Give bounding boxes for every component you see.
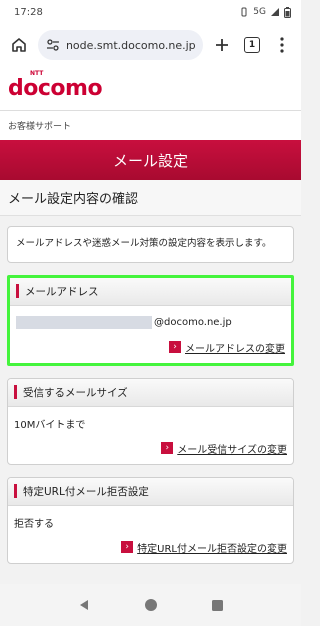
accent-bar (14, 484, 17, 499)
card-body: @docomo.ne.jp › メールアドレスの変更 (10, 306, 291, 363)
section-title-text: メール設定内容の確認 (8, 192, 139, 207)
mail-size-text: 10Mバイトまで (14, 420, 86, 432)
card-header: 特定URL付メール拒否設定 (8, 477, 293, 506)
card-email-address: メールアドレス @docomo.ne.jp › メールアドレスの変更 (7, 274, 294, 366)
accent-bar (16, 284, 19, 299)
vibrate-icon (241, 7, 247, 17)
change-email-label[interactable]: メールアドレスの変更 (185, 340, 285, 355)
address-bar[interactable]: node.smt.docomo.ne.jp (38, 30, 203, 60)
card-body: 10Mバイトまで › メール受信サイズの変更 (8, 407, 293, 464)
network-label: 5G (253, 7, 266, 17)
chevron-right-icon: › (161, 442, 174, 455)
tabs-icon[interactable]: 1 (241, 34, 263, 56)
support-link[interactable]: お客様サポート (8, 119, 71, 132)
card-mail-size: 受信するメールサイズ 10Mバイトまで › メール受信サイズの変更 (7, 377, 294, 465)
mail-size-value: 10Mバイトまで (14, 415, 287, 433)
card-url-reject: 特定URL付メール拒否設定 拒否する › 特定URL付メール拒否設定の変更 (7, 476, 294, 564)
plus-icon[interactable] (211, 34, 233, 56)
home-circle-icon[interactable] (144, 598, 158, 612)
card-title: メールアドレス (25, 285, 99, 298)
battery-icon (284, 6, 291, 18)
change-mail-size-link[interactable]: › メール受信サイズの変更 (14, 441, 287, 456)
more-icon[interactable] (271, 34, 293, 56)
browser-toolbar: node.smt.docomo.ne.jp 1 (0, 24, 301, 66)
card-header: 受信するメールサイズ (8, 378, 293, 407)
email-domain: @docomo.ne.jp (154, 317, 232, 329)
site-settings-icon[interactable] (46, 38, 60, 52)
signal-icon (271, 8, 279, 16)
status-time: 17:28 (14, 6, 43, 18)
intro-text: メールアドレスや迷惑メール対策の設定内容を表示します。 (16, 238, 272, 249)
ntt-label: NTT (30, 70, 44, 77)
chevron-right-icon: › (169, 341, 181, 354)
change-email-link[interactable]: › メールアドレスの変更 (16, 340, 285, 355)
page-title-text: メール設定 (112, 151, 188, 170)
recents-icon[interactable] (211, 599, 224, 612)
card-title: 特定URL付メール拒否設定 (23, 485, 149, 498)
logo-area: NTT docomo (0, 66, 301, 110)
email-value: @docomo.ne.jp (16, 314, 285, 332)
docomo-logo[interactable]: docomo (8, 76, 103, 101)
change-mail-size-label[interactable]: メール受信サイズの変更 (177, 441, 287, 456)
settings-list: メールアドレスや迷惑メール対策の設定内容を表示します。 メールアドレス @doc… (0, 216, 301, 564)
accent-bar (14, 385, 17, 400)
change-url-reject-link[interactable]: › 特定URL付メール拒否設定の変更 (14, 540, 287, 555)
status-bar: 17:28 5G (0, 0, 301, 24)
tab-count: 1 (244, 37, 260, 53)
url-text: node.smt.docomo.ne.jp (65, 38, 195, 52)
intro-box: メールアドレスや迷惑メール対策の設定内容を表示します。 (7, 226, 294, 263)
url-reject-text: 拒否する (14, 519, 54, 531)
change-url-reject-label[interactable]: 特定URL付メール拒否設定の変更 (137, 540, 287, 555)
home-icon[interactable] (8, 34, 30, 56)
page-content: NTT docomo お客様サポート メール設定 メール設定内容の確認 (0, 66, 301, 216)
system-nav-bar (0, 584, 301, 626)
breadcrumb: お客様サポート (0, 110, 301, 140)
card-body: 拒否する › 特定URL付メール拒否設定の変更 (8, 506, 293, 563)
masked-username (16, 316, 152, 330)
chevron-right-icon: › (121, 541, 134, 554)
url-reject-value: 拒否する (14, 514, 287, 532)
page-title: メール設定 (0, 140, 301, 180)
section-title: メール設定内容の確認 (0, 180, 301, 216)
card-header: メールアドレス (10, 277, 291, 306)
status-icons: 5G (239, 6, 291, 18)
back-icon[interactable] (77, 598, 91, 612)
card-title: 受信するメールサイズ (23, 386, 128, 399)
